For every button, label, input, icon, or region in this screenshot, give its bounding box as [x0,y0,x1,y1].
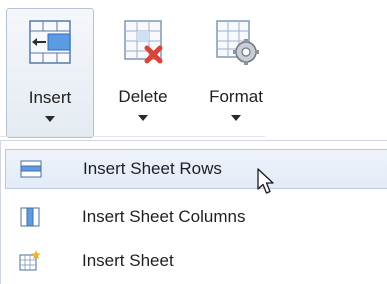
menu-item-insert-sheet-rows[interactable]: Insert Sheet Rows [5,149,387,189]
insert-rows-icon [20,160,42,178]
insert-dropdown-menu: Insert Sheet Rows Insert Sheet Columns I… [0,140,387,284]
mouse-pointer-icon [257,168,274,194]
format-cells-icon [216,20,259,65]
insert-cells-icon [29,20,71,64]
delete-button-label: Delete [118,87,168,106]
menu-item-insert-sheet[interactable]: Insert Sheet [5,241,387,281]
chevron-down-icon [231,115,241,121]
delete-cells-icon [124,20,163,64]
format-button-label: Format [209,87,263,106]
menu-item-insert-sheet-columns[interactable]: Insert Sheet Columns [5,197,387,237]
insert-button-label: Insert [28,88,72,107]
delete-button[interactable]: Delete [100,8,186,138]
insert-button[interactable]: Insert [6,8,94,138]
chevron-down-icon [138,115,148,121]
menu-item-label: Insert Sheet Columns [82,207,246,226]
insert-columns-icon [20,207,40,227]
menu-item-label: Insert Sheet Rows [83,159,222,178]
cells-ribbon-group: Insert Delete Format [0,0,270,140]
format-button[interactable]: Format [190,8,282,138]
insert-sheet-icon [19,250,41,271]
ribbon-divider [0,136,265,137]
menu-item-label: Insert Sheet [82,251,174,270]
chevron-down-icon [45,116,55,122]
